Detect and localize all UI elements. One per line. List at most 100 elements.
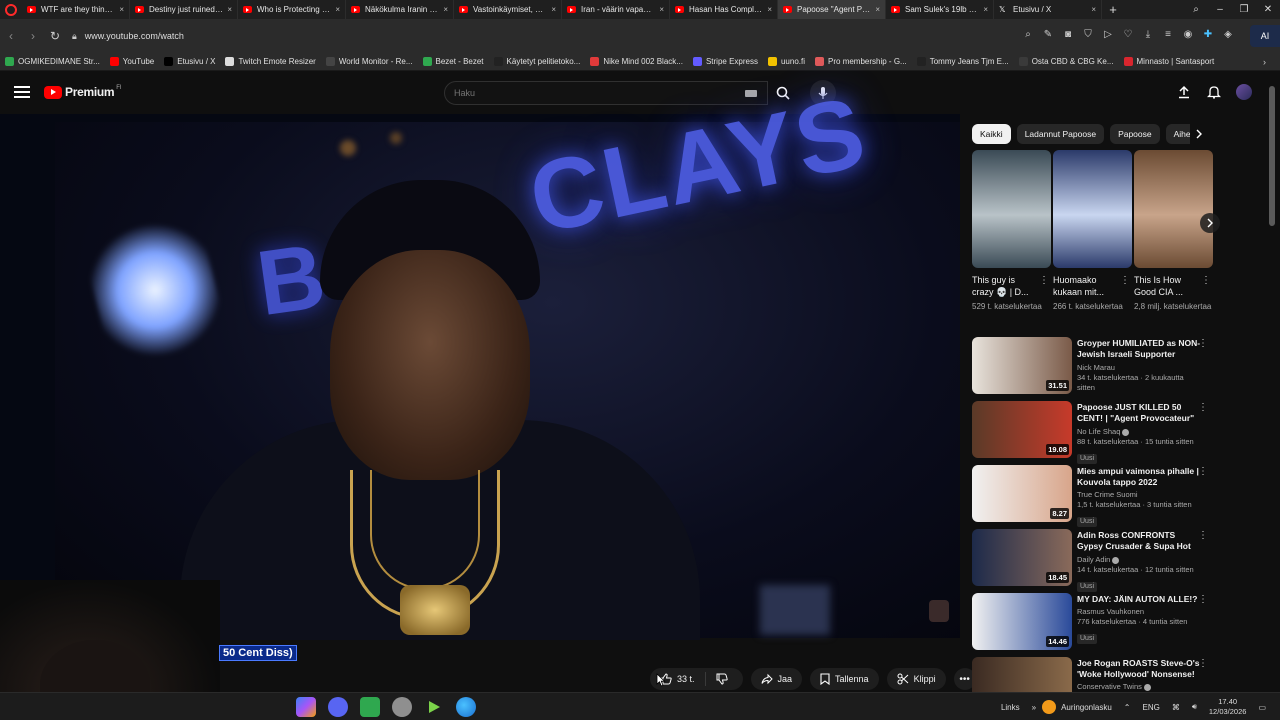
tab-close-icon[interactable]: × xyxy=(115,5,124,14)
security-app-icon[interactable] xyxy=(392,697,412,717)
browser-logo-icon[interactable] xyxy=(0,0,22,19)
channel-name[interactable]: True Crime Suomi xyxy=(1077,490,1201,500)
clip-button[interactable]: Klippi xyxy=(886,668,946,690)
zoom-icon[interactable]: ⌕ xyxy=(1020,27,1036,43)
search-tabs-icon[interactable]: ⌕ xyxy=(1184,4,1208,15)
tab-close-icon[interactable]: × xyxy=(223,5,232,14)
short-card[interactable]: This Is How Good CIA ... 2,8 milj. katsel… xyxy=(1134,150,1213,312)
tab-close-icon[interactable]: × xyxy=(331,5,340,14)
more-vert-icon[interactable]: ⋮ xyxy=(1198,594,1208,605)
maximize-icon[interactable]: ❐ xyxy=(1232,4,1256,15)
video-list-item[interactable]: 19.08 Papoose JUST KILLED 50 CENT! | "Age… xyxy=(972,400,1216,464)
tab-close-icon[interactable]: × xyxy=(1087,5,1096,14)
search-input[interactable] xyxy=(445,82,725,104)
video-list-item[interactable]: 14.46 MY DAY: JÄIN AUTON ALLE!? Rasmus Vau… xyxy=(972,592,1216,656)
tab-close-icon[interactable]: × xyxy=(547,5,556,14)
shorts-next-button[interactable] xyxy=(1200,213,1220,233)
video-thumbnail[interactable]: 8.27 xyxy=(972,465,1072,522)
menu-hamburger-icon[interactable] xyxy=(14,86,30,100)
short-title[interactable]: Huomaako kukaan mit... xyxy=(1053,274,1117,298)
weather-label[interactable]: Auringonlasku xyxy=(1061,703,1112,712)
notification-center-icon[interactable]: ▭ xyxy=(1258,703,1266,712)
cube-icon[interactable]: ◈ xyxy=(1220,27,1236,43)
bookmark-item[interactable]: OGMIKEDIMANE Str... xyxy=(0,57,105,66)
tray-chevron-icon[interactable]: ⌃ xyxy=(1124,703,1131,712)
edge-browser-icon[interactable] xyxy=(456,697,476,717)
copilot-icon[interactable] xyxy=(296,697,316,717)
notifications-button[interactable] xyxy=(1206,84,1222,100)
network-icon[interactable]: ⌘ xyxy=(1172,703,1180,712)
short-title[interactable]: This Is How Good CIA ... xyxy=(1134,274,1198,298)
bookmark-item[interactable]: Käytetyt pelitietoko... xyxy=(489,57,586,66)
more-vert-icon[interactable]: ⋮ xyxy=(1198,466,1208,477)
channel-name[interactable]: No Life Shaq xyxy=(1077,427,1201,437)
browser-tab[interactable]: WTF are they thinking? -× xyxy=(22,0,130,19)
url-field[interactable]: 🔒︎ www.youtube.com/watch xyxy=(72,24,1012,48)
video-list-item[interactable]: 8.27 Mies ampui vaimonsa pihalle | Kouvol… xyxy=(972,464,1216,528)
heart-icon[interactable]: ♡ xyxy=(1120,27,1136,43)
bookmarks-overflow-icon[interactable]: › xyxy=(1263,57,1266,67)
bookmark-item[interactable]: Osta CBD & CBG Ke... xyxy=(1014,57,1119,66)
volume-icon[interactable]: 🔊︎ xyxy=(1192,702,1197,712)
menu-icon[interactable]: ≡ xyxy=(1160,27,1176,43)
browser-tab[interactable]: Who is Protecting the Je× xyxy=(238,0,346,19)
bookmark-item[interactable]: Tommy Jeans Tjm E... xyxy=(912,57,1014,66)
short-thumbnail[interactable] xyxy=(1053,150,1132,268)
camera-icon[interactable]: ◙ xyxy=(1060,27,1076,43)
channel-watermark[interactable] xyxy=(929,600,949,622)
new-tab-button[interactable]: + xyxy=(1102,2,1124,17)
more-vert-icon[interactable]: ⋮ xyxy=(1198,338,1208,349)
site-info-icon[interactable]: 🔒︎ xyxy=(72,31,77,42)
short-thumbnail[interactable] xyxy=(972,150,1051,268)
forward-icon[interactable]: › xyxy=(22,29,44,43)
ai-button[interactable]: AI xyxy=(1250,25,1280,47)
filter-chip[interactable]: Ladannut Papoose xyxy=(1016,124,1105,144)
extension-icon[interactable]: ✚ xyxy=(1200,27,1216,43)
filter-chip[interactable]: Kaikki xyxy=(972,124,1011,144)
browser-tab[interactable]: Iran - väärin vapautettu?× xyxy=(562,0,670,19)
short-card[interactable]: Huomaako kukaan mit... 266 t. katselukert… xyxy=(1053,150,1132,312)
channel-name[interactable]: Conservative Twins xyxy=(1077,682,1201,692)
tab-close-icon[interactable]: × xyxy=(655,5,664,14)
channel-name[interactable]: Rasmus Vauhkonen xyxy=(1077,607,1201,617)
bookmark-item[interactable]: Twitch Emote Resizer xyxy=(220,57,320,66)
play-icon[interactable]: ▷ xyxy=(1100,27,1116,43)
short-card[interactable]: This guy is crazy 💀 | D... 529 t. katselu… xyxy=(972,150,1051,312)
video-thumbnail[interactable]: 19.08 xyxy=(972,401,1072,458)
video-title[interactable]: MY DAY: JÄIN AUTON ALLE!? xyxy=(1077,594,1201,605)
media-player-icon[interactable] xyxy=(424,697,444,717)
bookmark-item[interactable]: YouTube xyxy=(105,57,159,66)
tab-close-icon[interactable]: × xyxy=(979,5,988,14)
selected-title-text[interactable]: 50 Cent Diss) xyxy=(219,645,297,661)
page-scrollbar[interactable] xyxy=(1269,78,1275,690)
short-title[interactable]: This guy is crazy 💀 | D... xyxy=(972,274,1036,298)
more-vert-icon[interactable]: ⋮ xyxy=(1198,658,1208,669)
channel-name[interactable]: Daily Adin xyxy=(1077,555,1201,565)
close-window-icon[interactable]: ✕ xyxy=(1256,4,1280,15)
language-indicator[interactable]: ENG xyxy=(1143,703,1160,712)
more-vert-icon[interactable]: ⋮ xyxy=(1039,275,1049,286)
browser-tab[interactable]: Näkökulma Iranin tapah× xyxy=(346,0,454,19)
links-overflow-icon[interactable]: » xyxy=(1032,703,1036,712)
bookmark-item[interactable]: Nike Mind 002 Black... xyxy=(585,57,688,66)
upload-button[interactable] xyxy=(1176,84,1192,100)
links-toolbar[interactable]: Links xyxy=(1001,703,1020,712)
edit-icon[interactable]: ✎ xyxy=(1040,27,1056,43)
browser-tab[interactable]: Hasan Has Completely L× xyxy=(670,0,778,19)
filter-chip[interactable]: Papoose xyxy=(1110,124,1160,144)
browser-tab[interactable]: Papoose "Agent Provo × xyxy=(778,0,886,19)
video-list-item[interactable]: 18.45 Adin Ross CONFRONTS Gypsy Crusader … xyxy=(972,528,1216,592)
browser-tab[interactable]: 𝕏 Etusivu / X × xyxy=(994,0,1102,19)
discord-icon[interactable] xyxy=(328,697,348,717)
bookmark-item[interactable]: Pro membership - G... xyxy=(810,57,912,66)
browser-tab[interactable]: Vastoinkäymiset, UFC-ur× xyxy=(454,0,562,19)
scrollbar-thumb[interactable] xyxy=(1269,86,1275,226)
video-list-item[interactable]: 31.51 Groyper HUMILIATED as NON-Jewish Is… xyxy=(972,336,1216,400)
clock[interactable]: 17.40 12/03/2026 xyxy=(1209,697,1247,717)
video-thumbnail[interactable]: 31.51 xyxy=(972,337,1072,394)
dislike-button[interactable] xyxy=(706,673,743,685)
bookmark-item[interactable]: Etusivu / X xyxy=(159,57,220,66)
short-thumbnail[interactable] xyxy=(1134,150,1213,268)
tab-close-icon[interactable]: × xyxy=(439,5,448,14)
bookmark-item[interactable]: Stripe Express xyxy=(688,57,763,66)
